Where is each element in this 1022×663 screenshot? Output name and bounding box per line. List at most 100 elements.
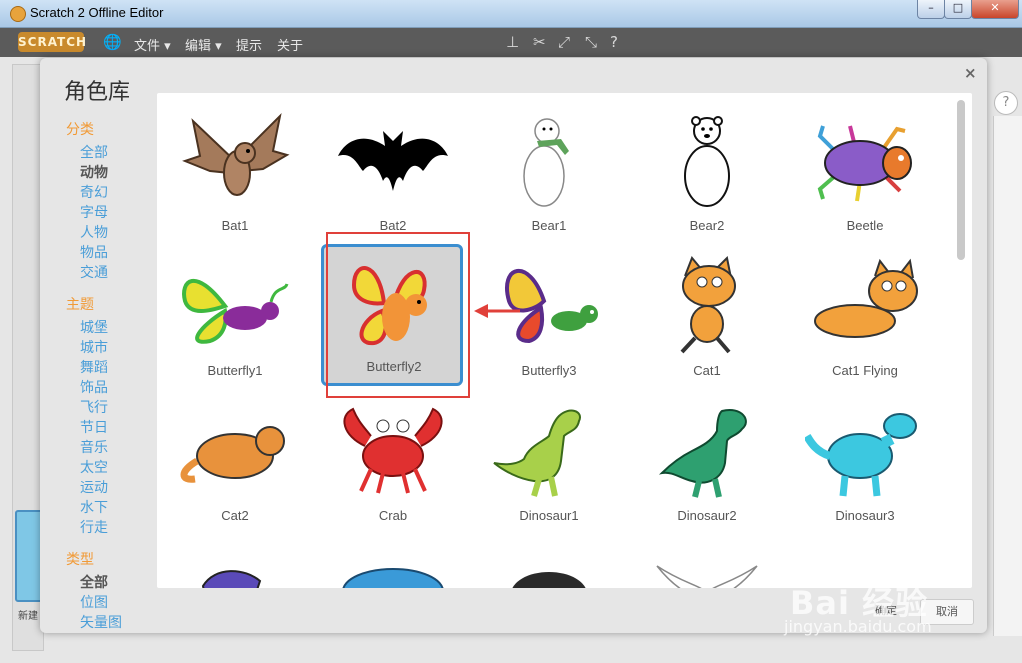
category-letters[interactable]: 字母 (80, 202, 108, 222)
theme-dress-up[interactable]: 饰品 (80, 377, 108, 397)
new-sprite-label: 新建 (18, 611, 38, 622)
sprite-tile-partial-3[interactable] (479, 538, 619, 588)
theme-flying[interactable]: 飞行 (80, 397, 108, 417)
theme-space[interactable]: 太空 (80, 457, 108, 477)
theme-holiday[interactable]: 节日 (80, 417, 108, 437)
theme-dance[interactable]: 舞蹈 (80, 357, 108, 377)
dinosaur-teal-icon (658, 409, 747, 498)
flying-cat-icon (814, 258, 918, 338)
globe-icon[interactable]: 🌐 (103, 33, 122, 51)
theme-sports[interactable]: 运动 (80, 477, 108, 497)
sprite-tile-partial-4[interactable] (637, 538, 777, 588)
help-icon[interactable]: ? (610, 33, 618, 51)
sprite-library-dialog: 角色库 × 分类 全部 动物 奇幻 字母 人物 物品 交通 主题 城堡 城市 舞… (40, 58, 987, 633)
butterfly-green-icon (182, 279, 289, 344)
theme-walking[interactable]: 行走 (80, 517, 108, 537)
category-animals[interactable]: 动物 (80, 162, 108, 182)
sprite-tile-cat2[interactable]: Cat2 (165, 393, 305, 538)
maximize-button[interactable]: □ (944, 0, 972, 19)
sprite-name: Beetle (846, 218, 884, 233)
menu-file[interactable]: 文件 ▾ (134, 35, 171, 54)
close-window-button[interactable]: ✕ (971, 0, 1019, 19)
minimize-button[interactable]: – (917, 0, 945, 19)
baidu-watermark-url: jingyan.baidu.com (784, 617, 932, 636)
category-heading: 分类 (66, 122, 94, 138)
sprite-tile-butterfly1[interactable]: Butterfly1 (165, 248, 305, 393)
theme-city[interactable]: 城市 (80, 337, 108, 357)
sprite-tile-bear2[interactable]: Bear2 (637, 103, 777, 248)
theme-music[interactable]: 音乐 (80, 437, 108, 457)
duplicate-stamp-icon[interactable]: ⊥ (506, 33, 519, 51)
category-transportation[interactable]: 交通 (80, 262, 108, 282)
bear-outline-icon (684, 116, 730, 207)
dialog-close-icon[interactable]: × (964, 64, 977, 82)
sprite-name: Bat2 (379, 218, 407, 233)
highlight-annotation-box (326, 232, 470, 398)
menu-about[interactable]: 关于 (277, 35, 303, 54)
crab-icon (343, 407, 443, 494)
polar-bear-icon (523, 118, 569, 207)
sprite-tile-crab[interactable]: Crab (323, 393, 463, 538)
sprite-tile-bat1[interactable]: Bat1 (165, 103, 305, 248)
sprite-name: Cat1 (693, 363, 721, 378)
sprite-name: Dinosaur2 (677, 508, 737, 523)
beetle-icon (817, 125, 912, 202)
sprite-tile-cat1-flying[interactable]: Cat1 Flying (795, 248, 935, 393)
sprite-grid: Bat1 Bat2 Bear1 Bear2 Beetle Butterfly1 … (157, 93, 972, 588)
cat-sleeping-icon (180, 426, 285, 483)
category-people[interactable]: 人物 (80, 222, 108, 242)
theme-castle[interactable]: 城堡 (80, 317, 108, 337)
bat-black-icon (338, 131, 448, 191)
category-things[interactable]: 物品 (80, 242, 108, 262)
sprite-art-partial-icon (201, 570, 262, 588)
dog-blue-icon (342, 568, 444, 588)
sprite-name: Crab (378, 508, 408, 523)
sprite-name: Cat1 Flying (832, 363, 898, 378)
grow-icon[interactable]: ⤢ (558, 33, 570, 51)
window-title: Scratch 2 Offline Editor (30, 5, 164, 20)
sprite-tile-dinosaur1[interactable]: Dinosaur1 (479, 393, 619, 538)
type-vector[interactable]: 矢量图 (80, 612, 122, 632)
type-bitmap[interactable]: 位图 (80, 592, 108, 612)
bat-brown-icon (182, 112, 290, 196)
dialog-title: 角色库 (64, 80, 131, 105)
dove-icon (656, 565, 758, 588)
menu-bar: SCRATCH 🌐 文件 ▾ 编辑 ▾ 提示 关于 ⊥ ✂ ⤢ ⤡ ? (0, 28, 1022, 57)
sprite-tile-partial-1[interactable] (165, 538, 305, 588)
menu-tips[interactable]: 提示 (236, 35, 262, 54)
theme-heading: 主题 (66, 297, 94, 313)
type-all[interactable]: 全部 (80, 572, 108, 592)
dinosaur-cyan-icon (805, 413, 917, 497)
sprite-tile-beetle[interactable]: Beetle (795, 103, 935, 248)
category-fantasy[interactable]: 奇幻 (80, 182, 108, 202)
sprite-name: Dinosaur3 (835, 508, 895, 523)
theme-underwater[interactable]: 水下 (80, 497, 108, 517)
scratch-cat-icon (10, 6, 26, 22)
cut-scissors-icon[interactable]: ✂ (533, 33, 546, 51)
sprite-name: Bat1 (221, 218, 249, 233)
sprite-tile-bat2[interactable]: Bat2 (323, 103, 463, 248)
sprite-name: Dinosaur1 (519, 508, 579, 523)
tips-help-icon[interactable]: ? (994, 91, 1018, 115)
sprite-tile-cat1[interactable]: Cat1 (637, 248, 777, 393)
sprite-tile-bear1[interactable]: Bear1 (479, 103, 619, 248)
menu-edit[interactable]: 编辑 ▾ (185, 35, 222, 54)
dog-photo-icon (512, 572, 586, 588)
sprite-name: Butterfly3 (521, 363, 577, 378)
sprite-name: Butterfly1 (207, 363, 263, 378)
scratch-cat-icon (680, 256, 736, 354)
type-heading: 类型 (66, 552, 94, 568)
grid-scrollbar[interactable] (957, 100, 965, 260)
category-all[interactable]: 全部 (80, 142, 108, 162)
annotation-arrow-icon (474, 304, 520, 318)
sprite-name: Bear2 (689, 218, 725, 233)
sprite-tile-partial-2[interactable] (323, 538, 463, 588)
sprite-tile-dinosaur2[interactable]: Dinosaur2 (637, 393, 777, 538)
dinosaur-green-icon (493, 409, 581, 497)
scripts-panel (993, 116, 1022, 636)
scratch-logo[interactable]: SCRATCH (18, 32, 86, 52)
sprite-name: Bear1 (531, 218, 567, 233)
window-titlebar: Scratch 2 Offline Editor – □ ✕ (0, 0, 1022, 28)
shrink-icon[interactable]: ⤡ (585, 33, 597, 51)
sprite-tile-dinosaur3[interactable]: Dinosaur3 (795, 393, 935, 538)
